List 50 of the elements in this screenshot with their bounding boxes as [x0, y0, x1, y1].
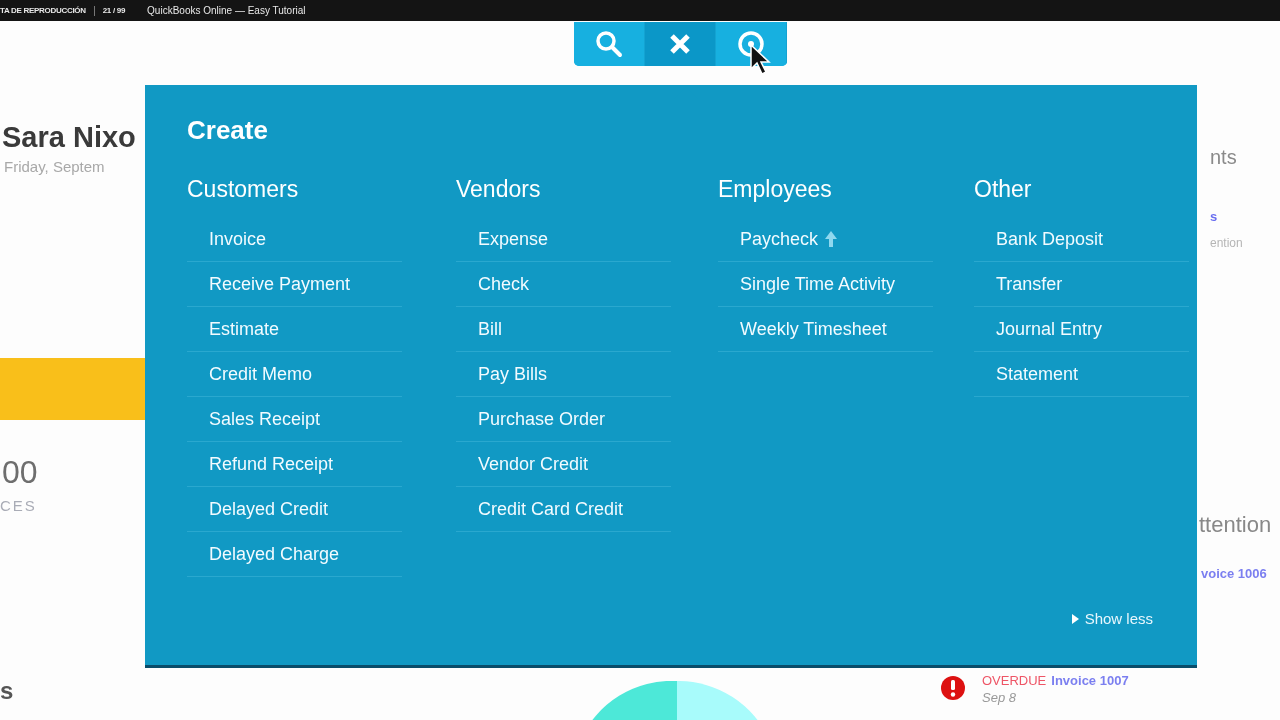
menu-item[interactable]: Single Time Activity — [718, 262, 933, 307]
note-text: ention — [1210, 236, 1244, 250]
section-heading: nts — [1210, 146, 1238, 169]
search-button[interactable] — [574, 22, 645, 66]
menu-item[interactable]: Purchase Order — [456, 397, 671, 442]
video-title: QuickBooks Online — Easy Tutorial — [147, 5, 306, 16]
link-text[interactable]: s — [1210, 209, 1280, 224]
menu-item[interactable]: Invoice — [187, 217, 402, 262]
menu-item[interactable]: Transfer — [974, 262, 1189, 307]
menu-item[interactable]: Weekly Timesheet — [718, 307, 933, 352]
menu-item[interactable]: Credit Card Credit — [456, 487, 671, 532]
menu-item[interactable]: Statement — [974, 352, 1189, 397]
search-icon — [595, 30, 623, 58]
playlist-label: TA DE REPRODUCCIÓN — [0, 6, 86, 15]
user-name: Sara Nixo — [1, 121, 137, 154]
menu-item[interactable]: Delayed Charge — [187, 532, 402, 577]
amount-text: 00 — [2, 454, 39, 491]
menu-item[interactable]: Sales Receipt — [187, 397, 402, 442]
menu-item[interactable]: Credit Memo — [187, 352, 402, 397]
due-date: Sep 8 — [982, 690, 1017, 705]
show-less-link[interactable]: Show less — [1071, 610, 1153, 627]
section-heading: s — [0, 677, 15, 705]
menu-item[interactable]: Expense — [456, 217, 671, 262]
menu-title: Create — [187, 115, 269, 146]
column-heading: Other — [974, 176, 1033, 203]
close-icon — [669, 33, 691, 55]
alert-icon — [940, 675, 966, 701]
status-label: OVERDUE — [982, 673, 1047, 688]
amount-label: CES — [0, 497, 38, 514]
menu-item[interactable]: Paycheck — [718, 217, 933, 262]
menu-item[interactable]: Bill — [456, 307, 671, 352]
caret-icon — [1071, 613, 1079, 624]
date-text: Friday, Septem — [3, 158, 106, 175]
invoice-link[interactable]: voice 1006 — [1201, 566, 1280, 581]
menu-item[interactable]: Journal Entry — [974, 307, 1189, 352]
column-heading: Vendors — [456, 176, 542, 203]
playlist-position: 21 / 99 — [102, 6, 126, 15]
arrow-up-icon — [824, 230, 839, 248]
column-heading: Customers — [187, 176, 300, 203]
menu-item[interactable]: Check — [456, 262, 671, 307]
menu-item[interactable]: Bank Deposit — [974, 217, 1189, 262]
section-heading: ttention — [1199, 512, 1273, 538]
menu-item[interactable]: Estimate — [187, 307, 402, 352]
invoice-link[interactable]: Invoice 1007 — [1051, 673, 1129, 688]
menu-item[interactable]: Refund Receipt — [187, 442, 402, 487]
menu-item[interactable]: Receive Payment — [187, 262, 402, 307]
column-heading: Employees — [718, 176, 833, 203]
menu-item[interactable]: Pay Bills — [456, 352, 671, 397]
menu-item[interactable]: Vendor Credit — [456, 442, 671, 487]
menu-item[interactable]: Delayed Credit — [187, 487, 402, 532]
